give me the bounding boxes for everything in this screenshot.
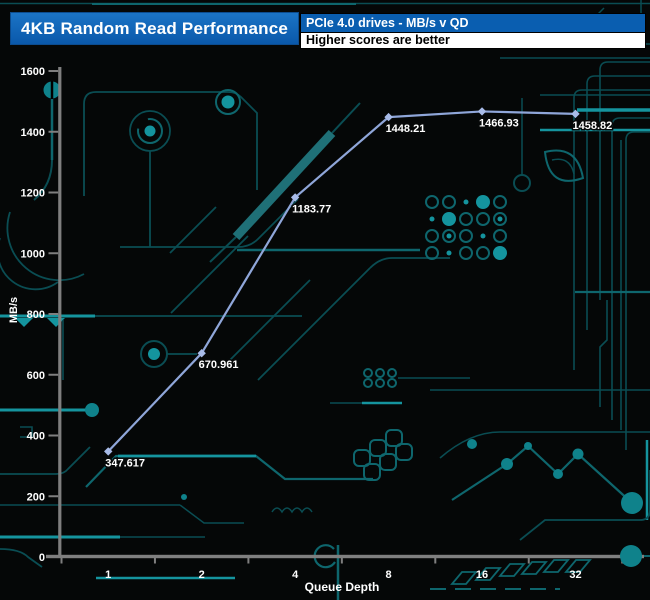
axis-end-dot	[620, 545, 642, 567]
legend-line-2: Higher scores are better	[301, 33, 645, 48]
legend-box: PCIe 4.0 drives - MB/s v QD Higher score…	[300, 13, 646, 49]
performance-chart-page: 0200400600800100012001400160012481632Que…	[0, 0, 650, 600]
circuit-foreground	[0, 0, 650, 600]
chart-title: 4KB Random Read Performance	[10, 12, 299, 45]
chart-title-text: 4KB Random Read Performance	[21, 19, 288, 39]
legend-line-1: PCIe 4.0 drives - MB/s v QD	[301, 14, 645, 33]
